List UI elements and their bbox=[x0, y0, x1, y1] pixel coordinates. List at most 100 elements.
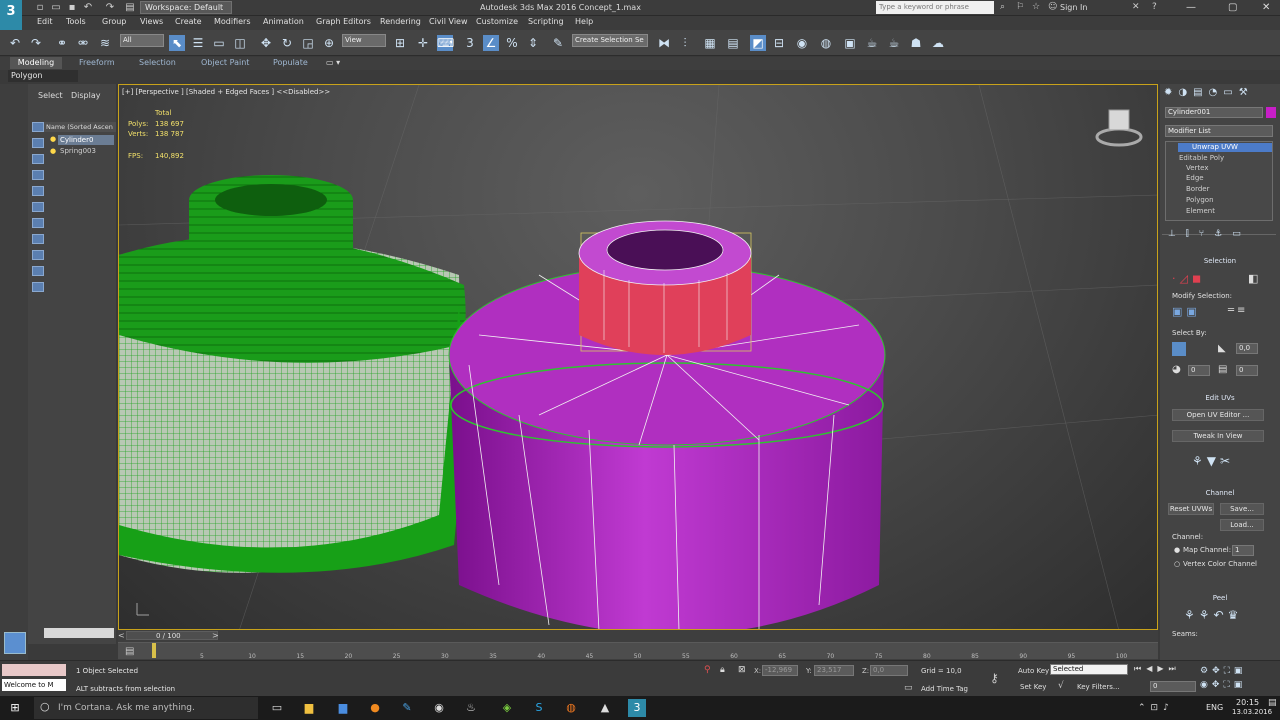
rotate-icon[interactable]: ↻ bbox=[279, 35, 295, 51]
named-selection-dropdown[interactable]: Create Selection Se bbox=[572, 34, 648, 47]
filter-frozen-icon[interactable] bbox=[32, 282, 44, 292]
key-filters-button[interactable]: Key Filters... bbox=[1077, 683, 1120, 691]
angle-snap-icon[interactable]: ∠ bbox=[483, 35, 499, 51]
scene-explorer-toggle-icon[interactable] bbox=[4, 632, 26, 654]
firefox-icon[interactable]: ◍ bbox=[562, 699, 580, 717]
app-icon-nvidia[interactable]: ◈ bbox=[498, 699, 516, 717]
key-icon[interactable]: ⚷ bbox=[990, 671, 999, 685]
activeshade-icon[interactable]: ☗ bbox=[908, 35, 924, 51]
y-coordinate-field[interactable]: 23,517 bbox=[814, 665, 854, 676]
project-icon[interactable]: ▤ bbox=[124, 2, 136, 14]
cortana-search-box[interactable]: I'm Cortana. Ask me anything. bbox=[34, 697, 258, 719]
pivot-center-icon[interactable]: ⊞ bbox=[392, 35, 408, 51]
key-filters-icon[interactable]: √ bbox=[1058, 681, 1064, 691]
subobject-mode-icons[interactable]: ·◿◼ bbox=[1172, 272, 1212, 286]
maxscript-input[interactable]: Welcome to M bbox=[2, 679, 66, 691]
command-panel-tabs[interactable]: ✹◑▤◔▭⚒ bbox=[1164, 87, 1276, 99]
map-channel-field[interactable]: 1 bbox=[1232, 545, 1254, 556]
ribbon-options-icon[interactable]: ▭ ▾ bbox=[326, 58, 340, 67]
redo-icon[interactable]: ↷ bbox=[28, 35, 44, 51]
percent-snap-icon[interactable]: % bbox=[504, 35, 520, 51]
spinner-snap-icon[interactable]: ⇕ bbox=[525, 35, 541, 51]
app-icon-media[interactable]: ◉ bbox=[430, 699, 448, 717]
menu-graph-editors[interactable]: Graph Editors bbox=[316, 17, 371, 26]
save-file-icon[interactable]: ▪ bbox=[66, 2, 78, 14]
help-icon[interactable]: ? bbox=[1152, 2, 1157, 12]
undo-icon[interactable]: ↶ bbox=[82, 2, 94, 14]
ribbon-toggle-icon[interactable]: ▤ bbox=[725, 35, 741, 51]
mini-curve-editor-icon[interactable]: ▤ bbox=[125, 646, 134, 657]
link-icon[interactable]: ⚭ bbox=[54, 35, 70, 51]
favorites-icon[interactable]: ☆ bbox=[1032, 2, 1040, 12]
light-bulb-icon[interactable]: ● bbox=[50, 147, 56, 155]
select-by-name-icon[interactable]: ☰ bbox=[190, 35, 206, 51]
search-input[interactable]: Type a keyword or phrase bbox=[876, 1, 994, 14]
undo-icon[interactable]: ↶ bbox=[7, 35, 23, 51]
planar-angle-icon[interactable]: ◣ bbox=[1218, 343, 1230, 355]
stack-tools-icons[interactable]: ⊥⫿⑂⚓▭ bbox=[1168, 229, 1276, 241]
bind-space-warp-icon[interactable]: ≋ bbox=[97, 35, 113, 51]
filter-cameras-icon[interactable] bbox=[32, 170, 44, 180]
menu-rendering[interactable]: Rendering bbox=[380, 17, 421, 26]
stack-item-edge[interactable]: Edge bbox=[1186, 174, 1204, 182]
material-editor-icon[interactable]: ◉ bbox=[794, 35, 810, 51]
spinner-a-field[interactable]: 0 bbox=[1188, 365, 1210, 376]
stack-item-polygon[interactable]: Polygon bbox=[1186, 196, 1214, 204]
menu-views[interactable]: Views bbox=[140, 17, 163, 26]
list-item-label[interactable]: Spring003 bbox=[60, 147, 96, 155]
peel-tool-icons[interactable]: ⚘⚘↶♛ bbox=[1184, 608, 1260, 624]
next-frame-icon[interactable]: > bbox=[212, 631, 219, 640]
edit-named-selection-icon[interactable]: ✎ bbox=[550, 35, 566, 51]
rendered-frame-window-icon[interactable]: ▣ bbox=[842, 35, 858, 51]
stack-item-border[interactable]: Border bbox=[1186, 185, 1209, 193]
select-object-icon[interactable]: ⬉ bbox=[169, 35, 185, 51]
filter-geometry-icon[interactable] bbox=[32, 122, 44, 132]
move-icon[interactable]: ✥ bbox=[258, 35, 274, 51]
menu-scripting[interactable]: Scripting bbox=[528, 17, 564, 26]
add-time-tag-button[interactable]: Add Time Tag bbox=[921, 685, 968, 693]
task-view-icon[interactable]: ▭ bbox=[268, 699, 286, 717]
absolute-mode-icon[interactable]: ⊠ bbox=[738, 665, 746, 675]
menu-civil-view[interactable]: Civil View bbox=[429, 17, 468, 26]
map-channel-radio[interactable]: ● bbox=[1174, 546, 1180, 554]
input-language[interactable]: ENG bbox=[1206, 703, 1223, 712]
clock-time[interactable]: 20:15 bbox=[1236, 698, 1259, 707]
notifications-icon[interactable]: ▤ bbox=[1268, 698, 1277, 708]
window-crossing-icon[interactable]: ◫ bbox=[232, 35, 248, 51]
stack-item-vertex[interactable]: Vertex bbox=[1186, 164, 1209, 172]
rect-selection-icon[interactable]: ▭ bbox=[211, 35, 227, 51]
viewcube-icon[interactable] bbox=[1095, 109, 1143, 147]
grow-shrink-icons[interactable]: ▣▣ bbox=[1172, 305, 1208, 319]
object-name-field[interactable]: Cylinder001 bbox=[1165, 107, 1263, 118]
spring-object[interactable] bbox=[119, 175, 466, 573]
filter-xrefs-icon[interactable] bbox=[32, 234, 44, 244]
filter-spacewarps-icon[interactable] bbox=[32, 202, 44, 212]
menu-group[interactable]: Group bbox=[102, 17, 126, 26]
skype-icon[interactable]: S bbox=[530, 699, 548, 717]
align-icon[interactable]: ⫶ bbox=[677, 35, 693, 51]
planar-angle-field[interactable]: 0,0 bbox=[1236, 343, 1258, 354]
exchange-icon[interactable]: ✕ bbox=[1132, 2, 1140, 12]
stack-item-editable-poly[interactable]: Editable Poly bbox=[1179, 154, 1224, 162]
vertex-color-radio[interactable]: ○ bbox=[1174, 560, 1180, 568]
filter-groups-icon[interactable] bbox=[32, 218, 44, 228]
render-iterative-icon[interactable]: ☕ bbox=[886, 35, 902, 51]
app-icon-pen[interactable]: ✎ bbox=[398, 699, 416, 717]
tweak-in-view-button[interactable]: Tweak In View bbox=[1172, 430, 1264, 442]
file-explorer-icon[interactable]: ▆ bbox=[300, 699, 318, 717]
perspective-viewport[interactable]: [+] [Perspective ] [Shaded + Edged Faces… bbox=[118, 84, 1158, 630]
sign-in-link[interactable]: Sign In bbox=[1060, 3, 1087, 12]
steam-icon[interactable]: ♨ bbox=[462, 699, 480, 717]
menu-create[interactable]: Create bbox=[175, 17, 202, 26]
search-icon[interactable]: ⌕ bbox=[1000, 2, 1005, 12]
maxscript-listener-pink[interactable] bbox=[2, 664, 66, 676]
curve-editor-icon[interactable]: ◩ bbox=[750, 35, 766, 51]
unlink-icon[interactable]: ⚮ bbox=[75, 35, 91, 51]
loop-ring-icons[interactable]: ═≡ bbox=[1228, 305, 1268, 319]
stack-item-unwrap-uvw[interactable]: Unwrap UVW bbox=[1192, 143, 1238, 151]
tab-modeling[interactable]: Modeling bbox=[10, 57, 62, 69]
new-file-icon[interactable]: ▫ bbox=[34, 2, 46, 14]
filter-bones-icon[interactable] bbox=[32, 250, 44, 260]
stack-item-element[interactable]: Element bbox=[1186, 207, 1215, 215]
time-marker[interactable] bbox=[152, 643, 156, 658]
